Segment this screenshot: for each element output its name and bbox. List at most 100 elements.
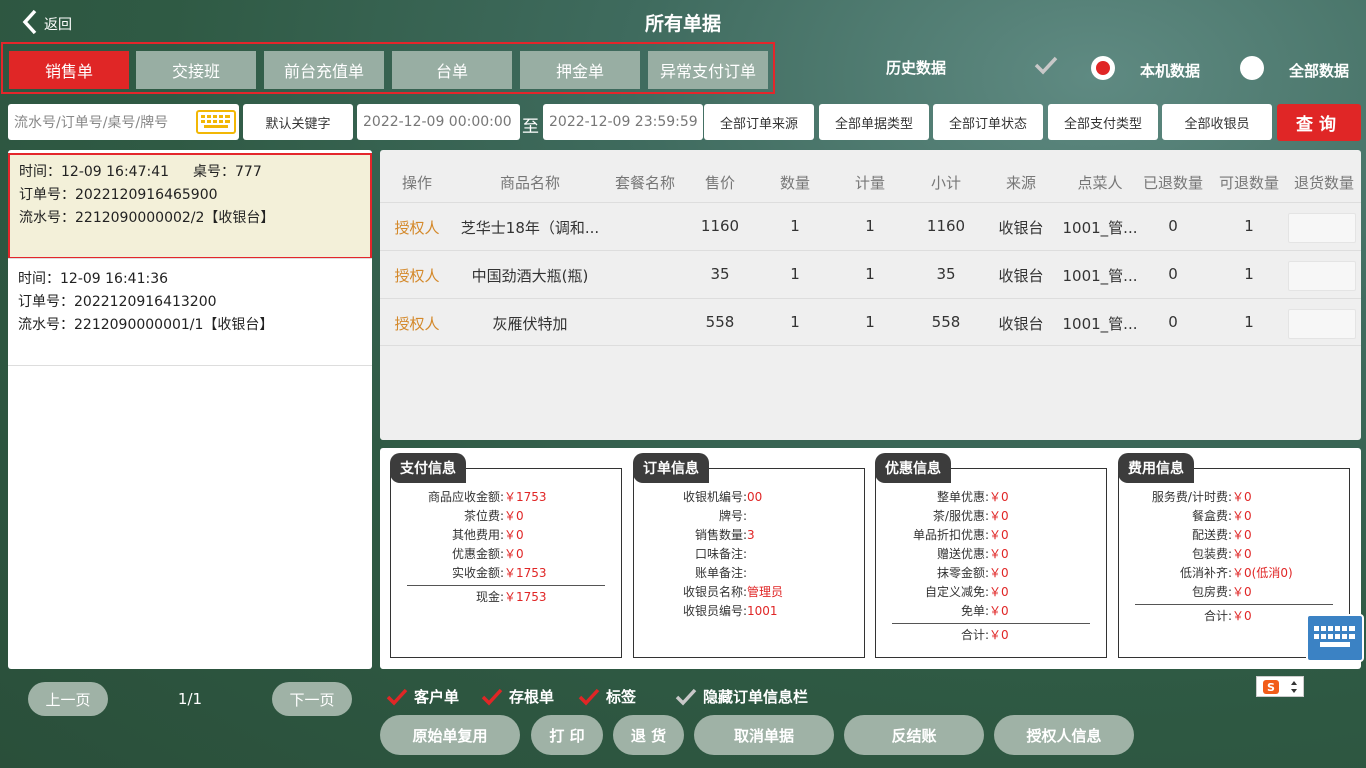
item-name: 灰雁伏特加 xyxy=(492,315,568,333)
stub-receipt-checkbox[interactable]: 存根单 xyxy=(481,686,554,707)
item-qty: 1 xyxy=(790,313,800,331)
reuse-original-button[interactable]: 原始单复用 xyxy=(380,715,520,755)
tab-deposit[interactable]: 押金单 xyxy=(520,51,640,89)
table-row: 授权人 芝华士18年（调和... 1160 1 1 1160 收银台 1001_… xyxy=(380,202,1361,250)
item-returned: 0 xyxy=(1168,313,1178,331)
authorizer-link[interactable]: 授权人 xyxy=(386,217,448,238)
order-number: 订单号：2022120916465900 xyxy=(19,187,218,203)
check-icon xyxy=(386,688,408,706)
page-indicator: 1/1 xyxy=(177,690,203,708)
reverse-checkout-button[interactable]: 反结账 xyxy=(844,715,984,755)
print-button[interactable]: 打 印 xyxy=(531,715,603,755)
history-data-checkbox[interactable] xyxy=(1034,55,1058,79)
item-subtotal: 1160 xyxy=(926,217,966,235)
order-list-item[interactable]: 时间：12-09 16:47:41 桌号：777 订单号：202212091646… xyxy=(8,153,372,259)
order-source-select[interactable]: 全部订单来源 xyxy=(704,104,814,140)
keyboard-icon[interactable] xyxy=(196,110,236,134)
discount-info-title: 优惠信息 xyxy=(875,453,951,483)
authorizer-link[interactable]: 授权人 xyxy=(386,265,448,286)
all-data-label: 全部数据 xyxy=(1289,62,1350,80)
col-header: 套餐名称 xyxy=(614,174,675,192)
col-header: 售价 xyxy=(704,174,735,192)
search-placeholder: 流水号/订单号/桌号/牌号 xyxy=(14,115,169,131)
ime-indicator[interactable]: S xyxy=(1256,676,1304,697)
order-list-item[interactable]: 时间：12-09 16:41:36 订单号：2022120916413200 流… xyxy=(8,260,372,366)
order-serial: 流水号：2212090000002/2【收银台】 xyxy=(19,210,275,226)
item-source: 收银台 xyxy=(998,219,1044,237)
spinner-arrows-icon xyxy=(1291,680,1297,693)
search-input[interactable]: 流水号/订单号/桌号/牌号 xyxy=(8,104,239,140)
doc-type-tabs: 销售单 交接班 前台充值单 台单 押金单 异常支付订单 xyxy=(1,42,775,94)
end-date-input[interactable]: 2022-12-09 23:59:59 xyxy=(543,104,703,140)
start-date-input[interactable]: 2022-12-09 00:00:00 xyxy=(357,104,520,140)
tab-abnormal-payment[interactable]: 异常支付订单 xyxy=(648,51,768,89)
keyboard-icon xyxy=(1314,626,1355,647)
item-ordered-by: 1001_管... xyxy=(1062,267,1138,285)
discount-total-line: 合计:￥0 xyxy=(960,628,1009,642)
order-table: 桌号：777 xyxy=(193,164,262,180)
item-subtotal: 558 xyxy=(931,313,961,331)
col-header: 操作 xyxy=(401,174,432,192)
item-price: 558 xyxy=(705,313,735,331)
item-source: 收银台 xyxy=(998,267,1044,285)
query-button[interactable]: 查询 xyxy=(1277,104,1361,141)
col-header: 数量 xyxy=(779,174,810,192)
col-header: 点菜人 xyxy=(1077,174,1123,192)
page-title: 所有单据 xyxy=(644,13,721,35)
next-page-button[interactable]: 下一页 xyxy=(272,682,352,716)
table-row: 授权人 灰雁伏特加 558 1 1 558 收银台 1001_管... 0 1 xyxy=(380,298,1361,346)
item-measure: 1 xyxy=(865,217,875,235)
tab-recharge[interactable]: 前台充值单 xyxy=(264,51,384,89)
local-data-label: 本机数据 xyxy=(1140,62,1201,80)
order-time: 时间：12-09 16:47:41 xyxy=(19,164,170,180)
pay-info-title: 支付信息 xyxy=(390,453,466,483)
item-source: 收银台 xyxy=(998,315,1044,333)
col-header: 小计 xyxy=(930,174,961,192)
local-data-radio[interactable] xyxy=(1091,56,1115,80)
keyword-select[interactable]: 默认关键字 xyxy=(243,104,353,140)
customer-receipt-checkbox[interactable]: 客户单 xyxy=(386,686,459,707)
check-icon xyxy=(675,688,697,706)
item-price: 35 xyxy=(710,265,730,283)
item-returned: 0 xyxy=(1168,217,1178,235)
authorizer-link[interactable]: 授权人 xyxy=(386,313,448,334)
item-subtotal: 35 xyxy=(936,265,956,283)
return-qty-input[interactable] xyxy=(1288,261,1356,291)
tab-sales[interactable]: 销售单 xyxy=(9,51,129,89)
item-price: 1160 xyxy=(700,217,740,235)
item-qty: 1 xyxy=(790,265,800,283)
divider xyxy=(892,623,1090,624)
order-status-select[interactable]: 全部订单状态 xyxy=(933,104,1043,140)
tab-table-order[interactable]: 台单 xyxy=(392,51,512,89)
tab-shift[interactable]: 交接班 xyxy=(136,51,256,89)
item-returnable: 1 xyxy=(1244,265,1254,283)
fee-total-line: 合计:￥0 xyxy=(1203,609,1252,623)
col-header: 来源 xyxy=(1005,174,1036,192)
return-qty-input[interactable] xyxy=(1288,309,1356,339)
all-data-radio[interactable] xyxy=(1240,56,1264,80)
divider xyxy=(1135,604,1333,605)
pay-type-select[interactable]: 全部支付类型 xyxy=(1048,104,1158,140)
doc-type-select[interactable]: 全部单据类型 xyxy=(819,104,929,140)
order-number: 订单号：2022120916413200 xyxy=(18,294,217,310)
cancel-doc-button[interactable]: 取消单据 xyxy=(694,715,834,755)
fee-info-lines: 服务费/计时费:￥0 餐盒费:￥0 配送费:￥0 包装费:￥0 低消补齐:￥0(… xyxy=(1151,490,1293,599)
pay-info-lines: 商品应收金额:￥1753 茶位费:￥0 其他费用:￥0 优惠金额:￥0 实收金额… xyxy=(427,490,547,580)
col-header: 退货数量 xyxy=(1293,174,1354,192)
check-icon xyxy=(481,688,503,706)
refund-button[interactable]: 退 货 xyxy=(613,715,684,755)
label-checkbox[interactable]: 标签 xyxy=(578,686,636,707)
check-icon xyxy=(1034,56,1058,75)
item-qty: 1 xyxy=(790,217,800,235)
authorizer-info-button[interactable]: 授权人信息 xyxy=(994,715,1134,755)
cashier-select[interactable]: 全部收银员 xyxy=(1162,104,1272,140)
return-qty-input[interactable] xyxy=(1288,213,1356,243)
order-serial: 流水号：2212090000001/1【收银台】 xyxy=(18,317,274,333)
onscreen-keyboard-button[interactable] xyxy=(1306,614,1364,662)
col-header: 已退数量 xyxy=(1142,174,1203,192)
item-returnable: 1 xyxy=(1244,217,1254,235)
svg-text:S: S xyxy=(1267,681,1275,694)
hide-order-info-checkbox[interactable]: 隐藏订单信息栏 xyxy=(675,686,808,707)
check-icon xyxy=(578,688,600,706)
prev-page-button[interactable]: 上一页 xyxy=(28,682,108,716)
